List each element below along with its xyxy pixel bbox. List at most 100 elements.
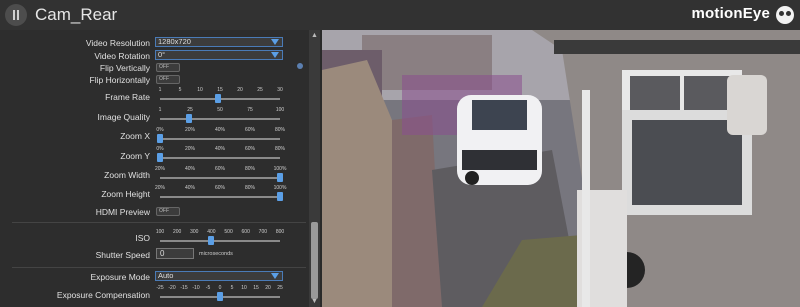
slider-tick-label: 500 xyxy=(224,229,233,235)
zoom-x-label: Zoom X xyxy=(120,131,150,141)
exposure-mode-select[interactable]: Auto xyxy=(155,271,283,281)
slider-tick-label: 5 xyxy=(230,285,234,291)
slider-tick-label: 20 xyxy=(265,285,271,291)
slider-tick-label: 1 xyxy=(158,87,162,93)
iso-ticks: 100 200 300 400 500 600 700 800 xyxy=(156,229,285,236)
slider-tick-label: 20% xyxy=(184,146,196,152)
slider-tick-label: -20 xyxy=(168,285,176,291)
camera-scene-image xyxy=(322,30,800,307)
slider-tick-label: 80% xyxy=(244,166,256,172)
frame-rate-label: Frame Rate xyxy=(105,92,150,102)
slider-tick-label: 75 xyxy=(247,107,253,113)
help-icon[interactable] xyxy=(297,63,303,69)
flip-horizontally-toggle[interactable]: OFF xyxy=(156,75,180,84)
video-rotation-select[interactable]: 0° xyxy=(155,50,283,60)
slider-tick-label: 0% xyxy=(156,127,164,133)
video-rotation-label: Video Rotation xyxy=(94,51,150,61)
slider-tick-label: 40% xyxy=(214,127,226,133)
slider-tick-label: 15 xyxy=(217,87,223,93)
zoom-width-ticks: 20% 40% 60% 80% 100% xyxy=(154,166,286,173)
owl-logo-icon xyxy=(776,6,794,24)
iso-label: ISO xyxy=(135,233,150,243)
scrollbar-thumb[interactable] xyxy=(311,222,318,299)
slider-tick-label: 40% xyxy=(214,146,226,152)
slider-tick-label: -15 xyxy=(180,285,188,291)
slider-tick-label: 0 xyxy=(218,285,222,291)
scroll-up-icon[interactable]: ▲ xyxy=(310,32,319,40)
slider-tick-label: 600 xyxy=(241,229,250,235)
chevron-down-icon xyxy=(271,273,279,279)
zoom-x-slider-handle[interactable] xyxy=(157,134,163,143)
shutter-speed-label: Shutter Speed xyxy=(95,250,150,260)
slider-tick-label: 800 xyxy=(275,229,285,235)
slider-tick-label: 20 xyxy=(237,87,243,93)
exposure-compensation-slider-handle[interactable] xyxy=(217,292,223,301)
shutter-speed-unit: microseconds xyxy=(199,251,233,257)
image-quality-ticks: 1 25 50 75 100 xyxy=(158,107,285,114)
slider-tick-label: 0% xyxy=(156,146,164,152)
section-divider xyxy=(12,222,306,223)
slider-tick-label: 20% xyxy=(184,127,196,133)
zoom-width-track[interactable] xyxy=(160,177,280,179)
slider-tick-label: 25 xyxy=(257,87,263,93)
slider-tick-label: 80% xyxy=(274,146,286,152)
camera-video-frame[interactable] xyxy=(322,30,800,307)
slider-tick-label: 15 xyxy=(253,285,259,291)
frame-rate-ticks: 1 5 10 15 20 25 30 xyxy=(158,87,283,94)
slider-tick-label: 100 xyxy=(275,107,285,113)
top-bar: Cam_Rear motionEye xyxy=(0,0,800,30)
zoom-height-ticks: 20% 40% 60% 80% 100% xyxy=(154,185,286,192)
flip-vertically-toggle[interactable]: OFF xyxy=(156,63,180,72)
zoom-width-label: Zoom Width xyxy=(104,170,150,180)
exposure-compensation-ticks: -25 -20 -15 -10 -5 0 5 10 15 20 25 xyxy=(156,285,282,292)
zoom-y-label: Zoom Y xyxy=(120,151,150,161)
slider-tick-label: 40% xyxy=(184,166,196,172)
slider-tick-label: 10 xyxy=(197,87,203,93)
zoom-width-slider-handle[interactable] xyxy=(277,173,283,182)
image-quality-track[interactable] xyxy=(160,118,280,120)
slider-tick-label: 100% xyxy=(273,166,287,172)
zoom-height-track[interactable] xyxy=(160,196,280,198)
slider-tick-label: 60% xyxy=(214,166,226,172)
hdmi-preview-toggle[interactable]: OFF xyxy=(156,207,180,216)
zoom-x-track[interactable] xyxy=(160,138,280,140)
iso-slider-handle[interactable] xyxy=(208,236,215,245)
brand-title: motionEye xyxy=(691,5,770,22)
hdmi-preview-label: HDMI Preview xyxy=(95,207,150,217)
video-resolution-select[interactable]: 1280x720 xyxy=(155,37,283,47)
zoom-height-slider-handle[interactable] xyxy=(277,192,283,201)
slider-tick-label: 400 xyxy=(207,229,216,235)
video-resolution-label: Video Resolution xyxy=(85,38,150,48)
video-rotation-value: 0° xyxy=(158,50,166,59)
zoom-y-slider-handle[interactable] xyxy=(157,153,163,162)
zoom-y-track[interactable] xyxy=(160,157,280,159)
image-quality-slider-handle[interactable] xyxy=(186,114,193,123)
slider-tick-label: -25 xyxy=(156,285,164,291)
slider-tick-label: 60% xyxy=(214,185,226,191)
slider-tick-label: 25 xyxy=(187,107,193,113)
exposure-compensation-label: Exposure Compensation xyxy=(56,290,150,300)
zoom-height-label: Zoom Height xyxy=(101,189,150,199)
image-quality-label: Image Quality xyxy=(97,112,150,122)
section-divider xyxy=(12,267,306,268)
exposure-mode-label: Exposure Mode xyxy=(90,272,150,282)
slider-tick-label: 80% xyxy=(274,127,286,133)
slider-tick-label: 20% xyxy=(154,185,166,191)
slider-tick-label: 5 xyxy=(178,87,182,93)
slider-tick-label: 700 xyxy=(258,229,268,235)
slider-tick-label: 50 xyxy=(217,107,223,113)
slider-tick-label: 1 xyxy=(158,107,162,113)
slider-tick-label: -5 xyxy=(205,285,211,291)
camera-title: Cam_Rear xyxy=(35,5,118,24)
exposure-mode-value: Auto xyxy=(158,271,174,280)
flip-vertically-label: Flip Vertically xyxy=(99,63,150,73)
slider-tick-label: 20% xyxy=(154,166,166,172)
scroll-down-icon[interactable]: ▼ xyxy=(310,298,319,306)
menu-icon[interactable] xyxy=(5,4,27,26)
slider-tick-label: 30 xyxy=(277,87,283,93)
iso-track[interactable] xyxy=(160,240,280,242)
shutter-speed-input[interactable]: 0 xyxy=(156,248,194,259)
chevron-down-icon xyxy=(271,39,279,45)
frame-rate-slider-handle[interactable] xyxy=(214,94,221,103)
slider-tick-label: 80% xyxy=(244,185,256,191)
